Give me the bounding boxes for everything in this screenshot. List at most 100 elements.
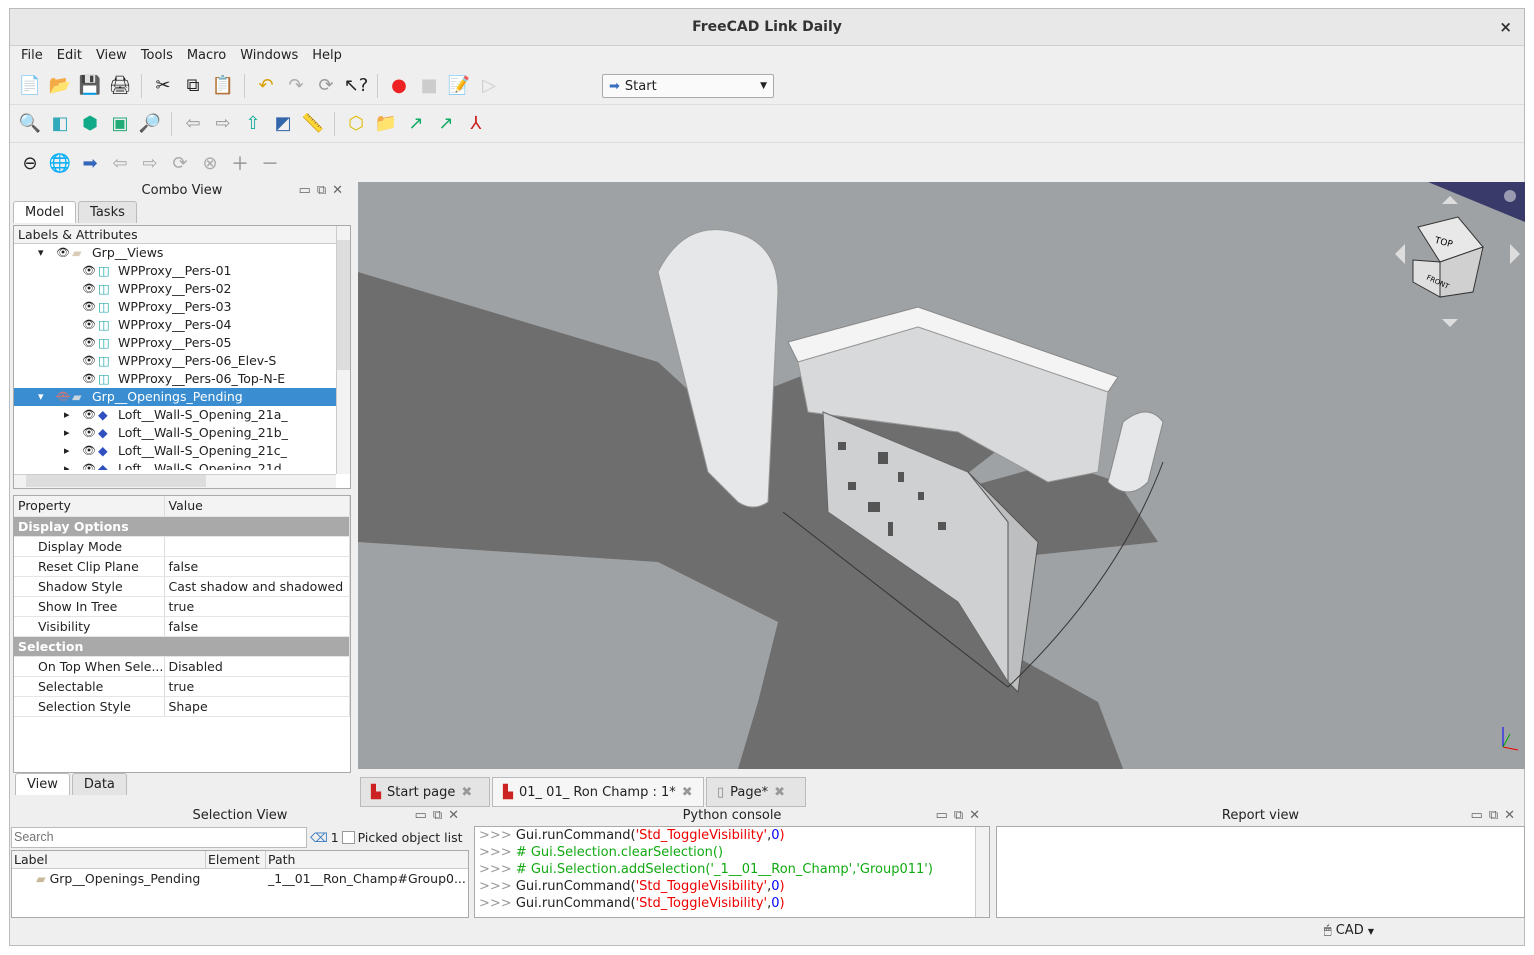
tree-item[interactable]: ▾ 👁 ▰ Grp__Views	[14, 244, 336, 262]
tree-hscrollbar[interactable]	[14, 474, 336, 488]
open-icon[interactable]: 📂	[48, 74, 72, 98]
expand-arrow-icon[interactable]: ▾	[38, 244, 44, 262]
menu-view[interactable]: View	[89, 46, 134, 66]
expand-arrow-icon[interactable]: ▾	[38, 388, 44, 406]
menu-windows[interactable]: Windows	[233, 46, 305, 66]
view-isometric-icon[interactable]: ⬢	[78, 112, 102, 136]
link-actions-icon[interactable]: ↗	[434, 112, 458, 136]
print-icon[interactable]: 🖨	[108, 74, 132, 98]
zoom-out-icon[interactable]: －	[258, 151, 282, 175]
copy-icon[interactable]: ⧉	[181, 74, 205, 98]
eye-icon[interactable]: 👁	[82, 460, 96, 470]
property-row[interactable]: Display Mode	[14, 536, 350, 557]
property-value[interactable]: Shape	[164, 696, 350, 717]
eye-icon[interactable]: 👁	[82, 334, 96, 352]
property-row[interactable]: Reset Clip Plane false	[14, 556, 350, 577]
workbench-selector[interactable]: ➡ Start ▼	[602, 74, 774, 98]
property-value[interactable]: false	[164, 556, 350, 577]
tree-item[interactable]: 👁 ◫ WPProxy__Pers-06_Elev-S	[14, 352, 336, 370]
new-document-icon[interactable]: 📄	[18, 74, 42, 98]
panel-buttons[interactable]: ▭⧉✕	[936, 806, 986, 826]
globe-icon[interactable]: 🌐	[48, 151, 72, 175]
tree-item[interactable]: ▾ 👁 ▰ Grp__Openings_Pending	[14, 388, 336, 406]
menu-edit[interactable]: Edit	[50, 46, 89, 66]
property-value[interactable]: false	[164, 616, 350, 637]
menu-help[interactable]: Help	[305, 46, 349, 66]
next-icon[interactable]: ⇨	[138, 151, 162, 175]
property-group[interactable]: Display Options	[14, 516, 350, 537]
tree-item[interactable]: ▸ 👁 ◆ Loft__Wall-S_Opening_21c_	[14, 442, 336, 460]
property-value[interactable]: true	[164, 676, 350, 697]
menu-file[interactable]: File	[14, 46, 50, 66]
eye-icon[interactable]: 👁	[82, 370, 96, 388]
property-row[interactable]: Visibility false	[14, 616, 350, 637]
draw-style-icon[interactable]: ◧	[48, 112, 72, 136]
tree-item[interactable]: 👁 ◫ WPProxy__Pers-05	[14, 334, 336, 352]
property-value[interactable]: Cast shadow and shadowed	[164, 576, 350, 597]
table-row[interactable]: ▰ Grp__Openings_Pending _1__01__Ron_Cham…	[12, 869, 468, 889]
property-row[interactable]: On Top When Sele... Disabled	[14, 656, 350, 677]
tree-vscrollbar[interactable]	[336, 226, 350, 474]
property-row[interactable]: Selectable true	[14, 676, 350, 697]
back-icon[interactable]: ⇦	[181, 112, 205, 136]
nav-style-button[interactable]: 🖱 CAD ▼	[1324, 923, 1374, 938]
eye-icon[interactable]: 👁	[56, 244, 70, 262]
property-row[interactable]: Show In Tree true	[14, 596, 350, 617]
zoom-icon[interactable]: 🔎	[138, 112, 162, 136]
macro-stop-icon[interactable]: ■	[417, 74, 441, 98]
tree-item[interactable]: 👁 ◫ WPProxy__Pers-03	[14, 298, 336, 316]
eye-icon[interactable]: 👁	[82, 424, 96, 442]
close-tab-icon[interactable]: ✖	[461, 785, 472, 800]
tab-view[interactable]: View	[15, 773, 70, 795]
menu-macro[interactable]: Macro	[180, 46, 233, 66]
macro-record-icon[interactable]: ●	[387, 74, 411, 98]
python-console[interactable]: >>> Gui.runCommand('Std_ToggleVisibility…	[474, 826, 990, 918]
console-scrollbar[interactable]	[975, 827, 989, 917]
macro-edit-icon[interactable]: 📝	[447, 74, 471, 98]
refresh-icon[interactable]: ⟳	[314, 74, 338, 98]
tree-item[interactable]: 👁 ◫ WPProxy__Pers-06_Top-N-E	[14, 370, 336, 388]
property-value[interactable]: true	[164, 596, 350, 617]
eye-icon[interactable]: 👁	[82, 262, 96, 280]
expand-arrow-icon[interactable]: ▸	[64, 460, 70, 470]
tab-data[interactable]: Data	[71, 773, 127, 795]
eye-hidden-icon[interactable]: 👁	[56, 388, 70, 406]
coordinate-system-icon[interactable]: ⅄	[464, 112, 488, 136]
paste-icon[interactable]: 📋	[211, 74, 235, 98]
up-icon[interactable]: ⇧	[241, 112, 265, 136]
macro-run-icon[interactable]: ▷	[477, 74, 501, 98]
eye-icon[interactable]: 👁	[82, 442, 96, 460]
bounding-box-icon[interactable]: ▣	[108, 112, 132, 136]
search-input[interactable]	[11, 826, 307, 848]
close-window-button[interactable]: ×	[1499, 9, 1512, 46]
expand-arrow-icon[interactable]: ▸	[64, 442, 70, 460]
eye-icon[interactable]: 👁	[82, 280, 96, 298]
tree-item[interactable]: ▸ 👁 ◆ Loft__Wall-S_Opening_21d_	[14, 460, 336, 470]
property-value[interactable]	[164, 536, 350, 557]
close-tab-icon[interactable]: ✖	[682, 785, 693, 800]
tree-item[interactable]: 👁 ◫ WPProxy__Pers-02	[14, 280, 336, 298]
3d-viewport[interactable]: TOP FRONT	[358, 182, 1525, 769]
picked-list-checkbox[interactable]	[341, 830, 355, 844]
property-row[interactable]: Selection Style Shape	[14, 696, 350, 717]
eye-icon[interactable]: 👁	[82, 352, 96, 370]
document-tab[interactable]: ▙ 01_ 01_ Ron Champ : 1* ✖	[492, 777, 704, 807]
document-tab[interactable]: ▙ Start page ✖	[360, 777, 490, 807]
property-row[interactable]: Shadow Style Cast shadow and shadowed	[14, 576, 350, 597]
reload-icon[interactable]: ⟳	[168, 151, 192, 175]
group-icon[interactable]: 📁	[374, 112, 398, 136]
close-tab-icon[interactable]: ✖	[774, 785, 785, 800]
undo-icon[interactable]: ↶	[254, 74, 278, 98]
panel-buttons[interactable]: ▭⧉✕	[299, 181, 349, 201]
panel-buttons[interactable]: ▭⧉✕	[415, 806, 465, 826]
prev-icon[interactable]: ⇦	[108, 151, 132, 175]
tree-item[interactable]: ▸ 👁 ◆ Loft__Wall-S_Opening_21b_	[14, 424, 336, 442]
measure-icon[interactable]: 📏	[301, 112, 325, 136]
web-icon[interactable]: ⊖	[18, 151, 42, 175]
eye-icon[interactable]: 👁	[82, 406, 96, 424]
expand-arrow-icon[interactable]: ▸	[64, 406, 70, 424]
cut-icon[interactable]: ✂	[151, 74, 175, 98]
eye-icon[interactable]: 👁	[82, 316, 96, 334]
fit-all-icon[interactable]: 🔍	[18, 112, 42, 136]
document-tab[interactable]: ▯ Page* ✖	[706, 777, 806, 807]
